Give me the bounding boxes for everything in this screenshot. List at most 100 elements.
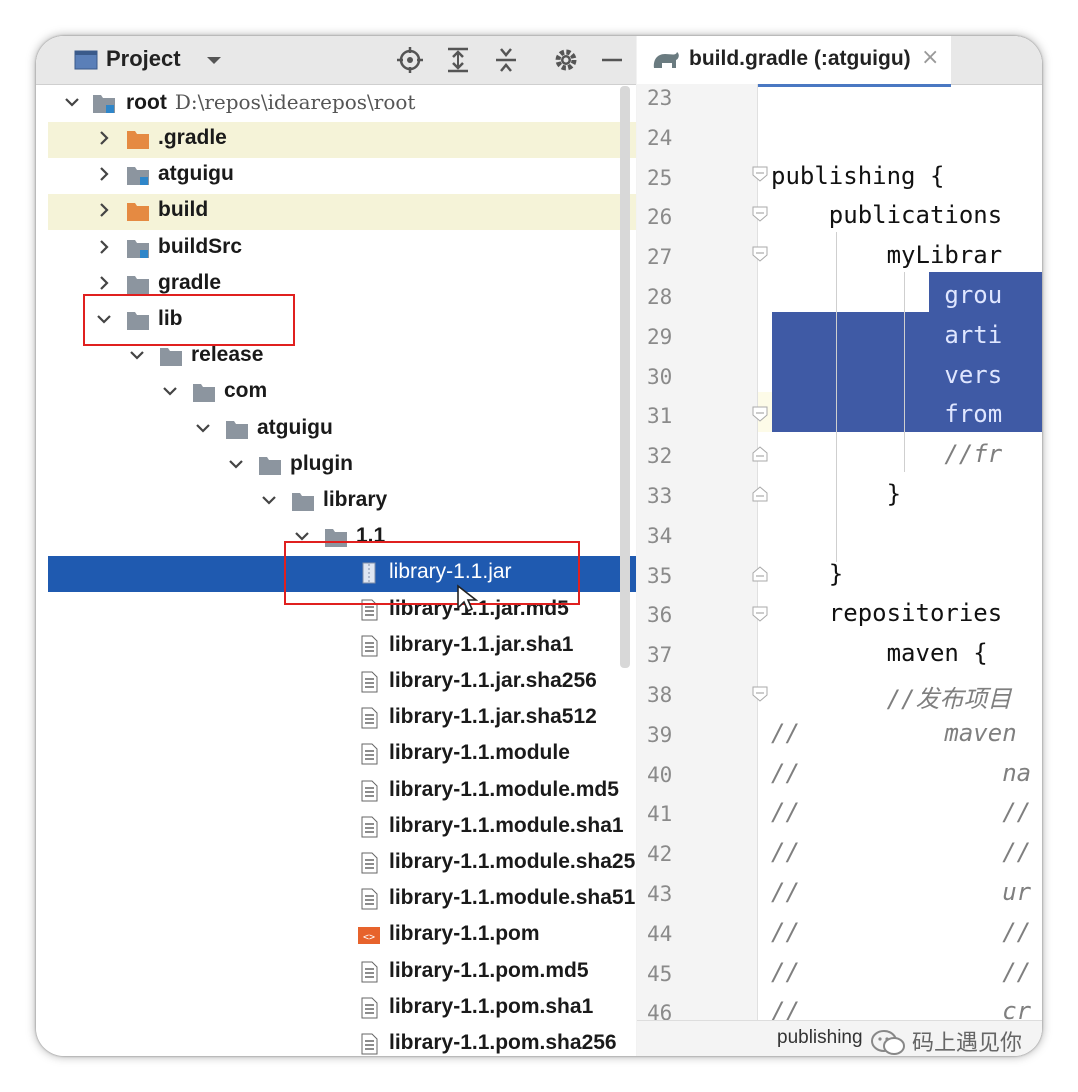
highlight-box-jar (284, 541, 580, 605)
code-line: // na (771, 758, 1032, 787)
project-view-icon[interactable] (72, 46, 100, 74)
tree-row[interactable]: build (48, 194, 636, 231)
line-number: 41 (647, 802, 673, 827)
file-icon (361, 961, 378, 983)
tree-row[interactable]: library-1.1.module.sha1 (48, 810, 636, 846)
tree-row[interactable]: atguigu (48, 158, 636, 194)
file-icon (361, 1033, 378, 1055)
tree-item-label: library-1.1.module.md5 (389, 777, 619, 801)
line-number-gutter: 23 24 25 26 27 28 29 30 31 32 33 34 35 36 37 38 39 40 41 42… (637, 84, 758, 1056)
collapse-all-icon[interactable] (492, 46, 520, 74)
tree-item-label: gradle (158, 270, 222, 294)
code-line: repositories (771, 599, 1003, 628)
module-folder-icon (127, 167, 149, 186)
chevron-down-icon[interactable] (193, 418, 213, 438)
tree-item-label: .gradle (158, 126, 227, 149)
project-panel-title[interactable]: Project (106, 46, 181, 72)
tree-row[interactable]: .gradle (48, 122, 636, 158)
code-line: // maven (771, 718, 1017, 747)
folder-orange-icon (127, 203, 149, 222)
line-number: 27 (647, 245, 673, 270)
tree-row[interactable]: library-1.1.module.sha25 (48, 846, 636, 882)
tree-row[interactable]: plugin (48, 448, 636, 484)
tab-label: build.gradle (:atguigu) (689, 47, 911, 70)
pom-icon: <> (358, 927, 380, 945)
code-line: // // (771, 957, 1032, 986)
minimize-icon[interactable] (598, 46, 626, 74)
tree-row[interactable]: atguigu (48, 412, 636, 448)
tree-item-label: plugin (290, 451, 353, 475)
chevron-down-icon[interactable] (226, 454, 246, 474)
chevron-down-icon[interactable] (200, 46, 228, 74)
tree-row[interactable]: library-1.1.jar.sha256 (48, 665, 636, 701)
line-number: 44 (647, 921, 673, 946)
line-number: 29 (647, 324, 673, 349)
tree-row[interactable]: library-1.1.pom.sha256 (48, 1027, 636, 1056)
expand-all-icon[interactable] (444, 46, 472, 74)
tree-item-label: library-1.1.jar.sha256 (389, 669, 597, 692)
code-line: // // (771, 917, 1032, 946)
tree-row[interactable]: <> library-1.1.pom (48, 918, 636, 954)
module-folder-icon (127, 239, 149, 258)
chevron-right-icon[interactable] (94, 237, 114, 257)
tree-row[interactable]: library-1.1.module (48, 737, 636, 773)
chevron-right-icon[interactable] (94, 200, 114, 220)
tree-row[interactable]: library-1.1.module.sha51 (48, 882, 636, 918)
close-tab-icon[interactable]: × (921, 45, 939, 70)
tree-item-label: library-1.1.jar.sha512 (389, 705, 597, 729)
file-icon (361, 780, 378, 802)
tree-row[interactable]: library-1.1.pom.sha1 (48, 991, 636, 1027)
chevron-right-icon[interactable] (94, 128, 114, 148)
folder-icon (226, 420, 248, 439)
module-folder-icon (93, 95, 115, 113)
tree-row-root[interactable]: root D:\repos\idearepos\root (48, 86, 636, 122)
ide-window: Project root D:\repos\idearepos\root .gr… (36, 36, 1042, 1056)
breadcrumb-publishing[interactable]: publishing (777, 1027, 863, 1049)
project-panel-header: Project (36, 36, 636, 85)
tree-row[interactable]: com (48, 375, 636, 411)
file-icon (361, 816, 378, 838)
tree-item-label: library-1.1.module.sha1 (389, 813, 624, 837)
tree-item-label: library-1.1.jar.sha1 (389, 632, 574, 656)
tree-row[interactable]: library-1.1.pom.md5 (48, 955, 636, 991)
chevron-down-icon[interactable] (259, 490, 279, 510)
wechat-logo-icon (871, 1030, 905, 1055)
line-number: 42 (647, 842, 673, 867)
chevron-down-icon[interactable] (62, 92, 82, 112)
line-number: 26 (647, 205, 673, 230)
chevron-right-icon[interactable] (94, 273, 114, 293)
tree-item-label: buildSrc (158, 234, 243, 258)
highlight-box-lib (83, 294, 295, 346)
file-icon (361, 997, 378, 1019)
line-number: 37 (647, 643, 673, 668)
project-scrollbar[interactable] (620, 86, 630, 668)
chevron-down-icon[interactable] (160, 381, 180, 401)
tree-row[interactable]: library (48, 484, 636, 520)
folder-icon (259, 456, 281, 475)
chevron-down-icon[interactable] (127, 345, 147, 365)
file-icon (361, 743, 378, 765)
watermark-text: 码上遇见你 (912, 1031, 1023, 1056)
line-number: 45 (647, 961, 673, 986)
tree-row[interactable]: buildSrc (48, 231, 636, 267)
folder-icon (127, 275, 149, 294)
tab-build-gradle[interactable]: build.gradle (:atguigu) × (637, 36, 951, 87)
tree-item-label: library-1.1.module (389, 741, 570, 765)
line-number: 25 (647, 165, 673, 190)
tree-row[interactable]: library-1.1.jar.sha1 (48, 629, 636, 665)
code-line: } (771, 480, 902, 508)
tree-item-label: build (158, 198, 209, 222)
locate-icon[interactable] (396, 46, 424, 74)
chevron-right-icon[interactable] (94, 164, 114, 184)
tree-row[interactable]: library-1.1.jar.sha512 (48, 701, 636, 737)
file-icon (361, 888, 378, 910)
tree-item-label: library-1.1.pom.sha256 (389, 1031, 617, 1054)
file-icon (361, 852, 378, 874)
line-number: 23 (647, 86, 673, 110)
code-line: } (771, 559, 844, 588)
tree-row[interactable]: library-1.1.module.md5 (48, 774, 636, 810)
code-area[interactable]: publishing { publications myLibrar grou … (757, 84, 1042, 1056)
gear-icon[interactable] (552, 46, 580, 74)
gradle-elephant-icon (653, 52, 679, 68)
tree-item-label: atguigu (257, 415, 333, 439)
